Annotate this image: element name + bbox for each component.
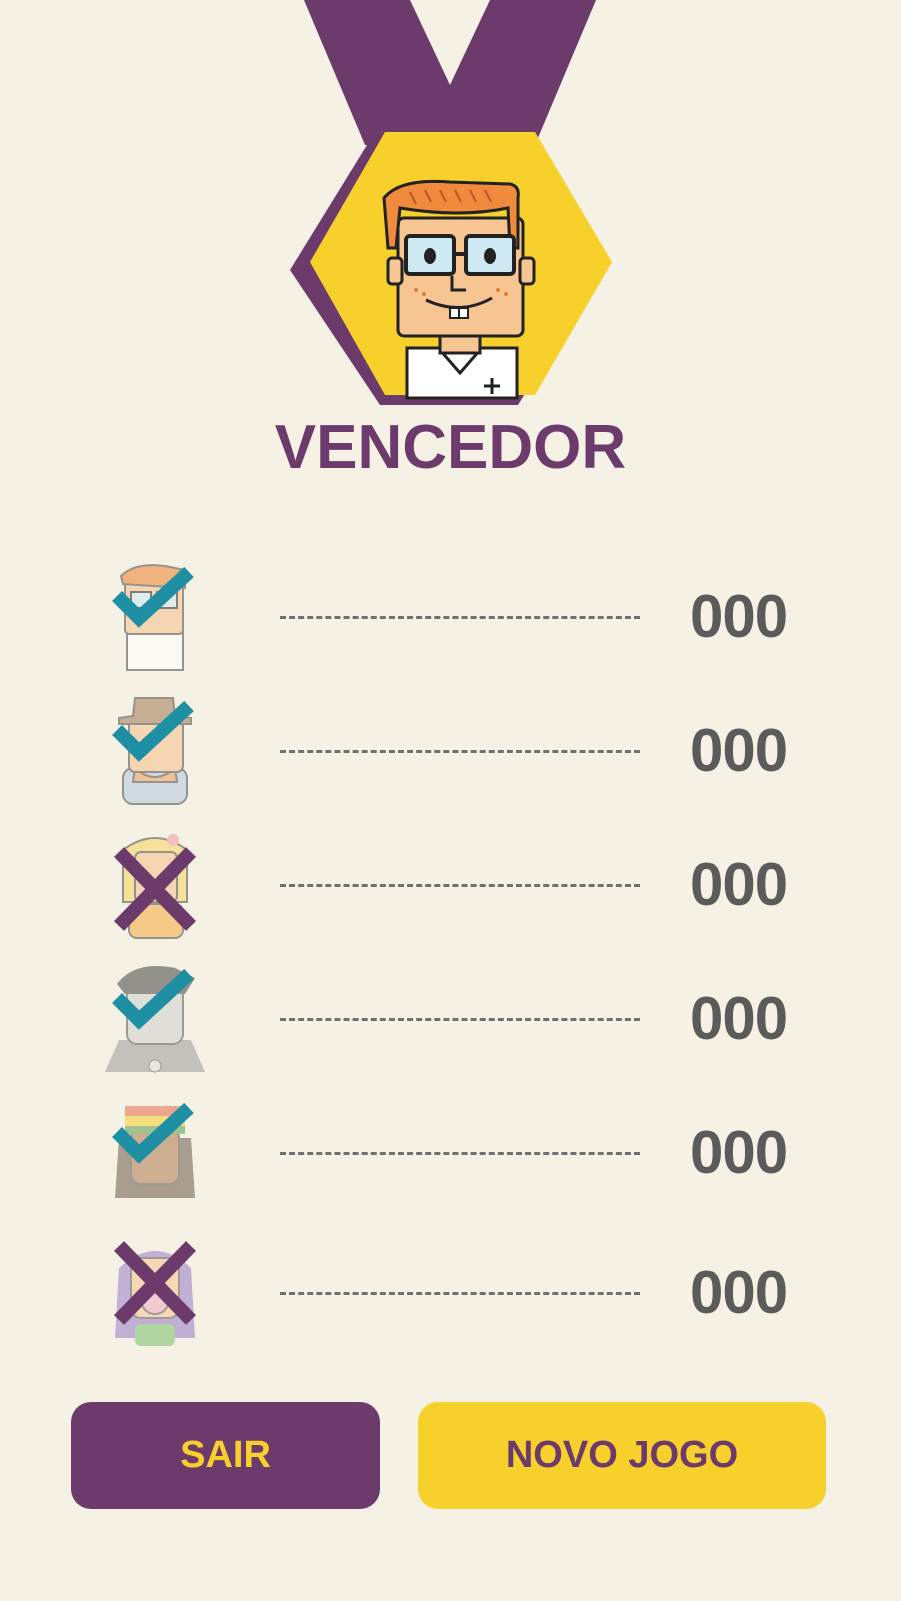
player-row: 000 bbox=[0, 1238, 901, 1348]
player-score: 000 bbox=[690, 851, 788, 918]
player-score: 000 bbox=[690, 1259, 788, 1326]
row-divider bbox=[280, 1152, 640, 1155]
exit-button-label: SAIR bbox=[180, 1434, 271, 1476]
player-row: 000 bbox=[0, 562, 901, 672]
exit-button[interactable]: SAIR bbox=[71, 1402, 380, 1509]
medal-ribbon bbox=[304, 0, 596, 145]
winner-title: VENCEDOR bbox=[274, 413, 627, 482]
detective-avatar-icon bbox=[112, 697, 194, 805]
row-divider bbox=[280, 884, 640, 887]
player-row: 000 bbox=[0, 964, 901, 1074]
blonde-girl-avatar-icon bbox=[113, 834, 197, 939]
vampire-avatar-icon bbox=[105, 966, 205, 1073]
player-score: 000 bbox=[690, 985, 788, 1052]
row-divider bbox=[280, 1018, 640, 1021]
row-divider bbox=[280, 750, 640, 753]
player-score: 000 bbox=[690, 717, 788, 784]
player-row: 000 bbox=[0, 696, 901, 806]
winner-medal bbox=[290, 0, 612, 405]
row-divider bbox=[280, 616, 640, 619]
player-score: 000 bbox=[690, 583, 788, 650]
row-divider bbox=[280, 1292, 640, 1295]
bubblegum-girl-avatar-icon bbox=[113, 1241, 197, 1346]
new-game-button[interactable]: NOVO JOGO bbox=[418, 1402, 826, 1509]
rasta-avatar-icon bbox=[112, 1102, 195, 1198]
new-game-button-label: NOVO JOGO bbox=[505, 1434, 739, 1476]
player-score: 000 bbox=[690, 1119, 788, 1186]
nerd-avatar-icon bbox=[112, 564, 194, 671]
player-row: 000 bbox=[0, 830, 901, 940]
player-row: 000 bbox=[0, 1098, 901, 1208]
results-screen: VENCEDOR 000 000 000 000 000 000 SAIR NO… bbox=[0, 0, 901, 1601]
